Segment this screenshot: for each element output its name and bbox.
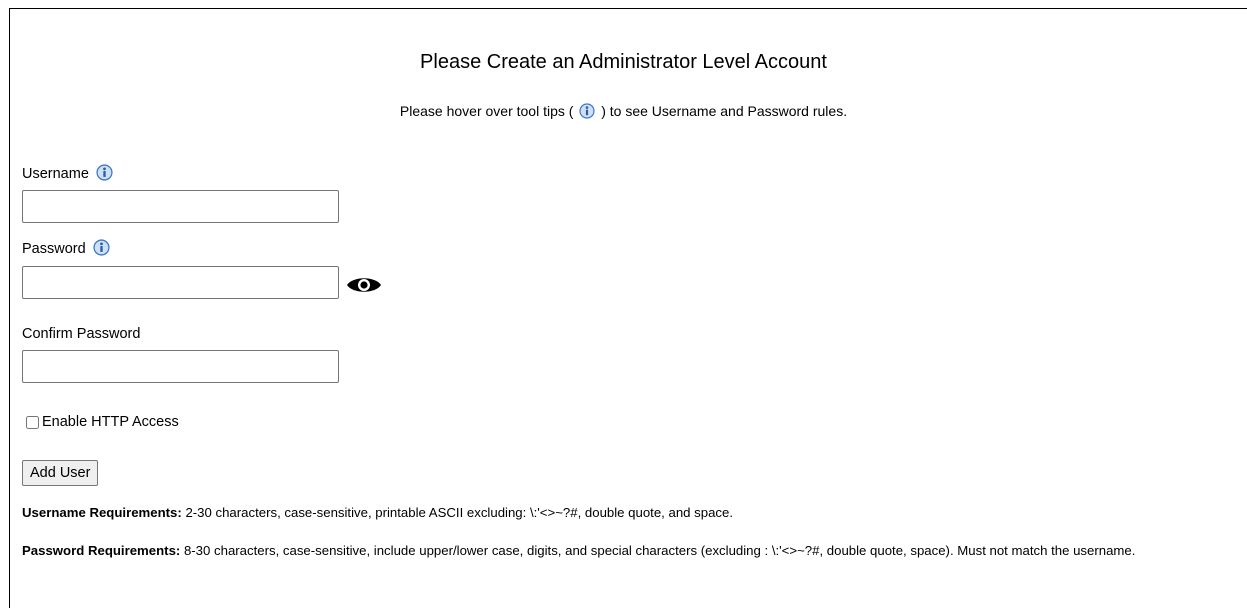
eye-icon[interactable] [346, 274, 382, 296]
confirm-password-input[interactable] [22, 350, 339, 383]
password-requirements: Password Requirements: 8-30 characters, … [22, 543, 1237, 558]
password-input[interactable] [22, 266, 339, 299]
password-label: Password [22, 239, 110, 257]
tooltip-hint: Please hover over tool tips ( ) to see U… [0, 103, 1247, 119]
info-icon [579, 103, 595, 119]
add-user-button[interactable]: Add User [22, 460, 99, 486]
password-requirements-text: 8-30 characters, case-sensitive, include… [180, 543, 1136, 558]
http-access-label: Enable HTTP Access [42, 414, 179, 430]
username-requirements-title: Username Requirements: [22, 505, 182, 520]
password-label-text: Password [22, 241, 86, 257]
page-title: Please Create an Administrator Level Acc… [420, 51, 827, 73]
username-label-text: Username [22, 166, 89, 182]
username-requirements-text: 2-30 characters, case-sensitive, printab… [181, 505, 734, 520]
http-access-option[interactable]: Enable HTTP Access [26, 414, 179, 430]
tooltip-hint-before: Please hover over tool tips ( [399, 103, 574, 119]
password-requirements-title: Password Requirements: [22, 543, 181, 558]
username-requirements: Username Requirements: 2-30 characters, … [22, 505, 1237, 520]
username-label: Username [22, 164, 113, 182]
tooltip-hint-after: ) to see Username and Password rules. [601, 103, 848, 119]
confirm-password-label: Confirm Password [22, 326, 141, 342]
username-input[interactable] [22, 190, 339, 223]
password-info-icon[interactable] [93, 239, 110, 256]
http-access-checkbox[interactable] [26, 415, 39, 429]
username-info-icon[interactable] [96, 164, 113, 181]
